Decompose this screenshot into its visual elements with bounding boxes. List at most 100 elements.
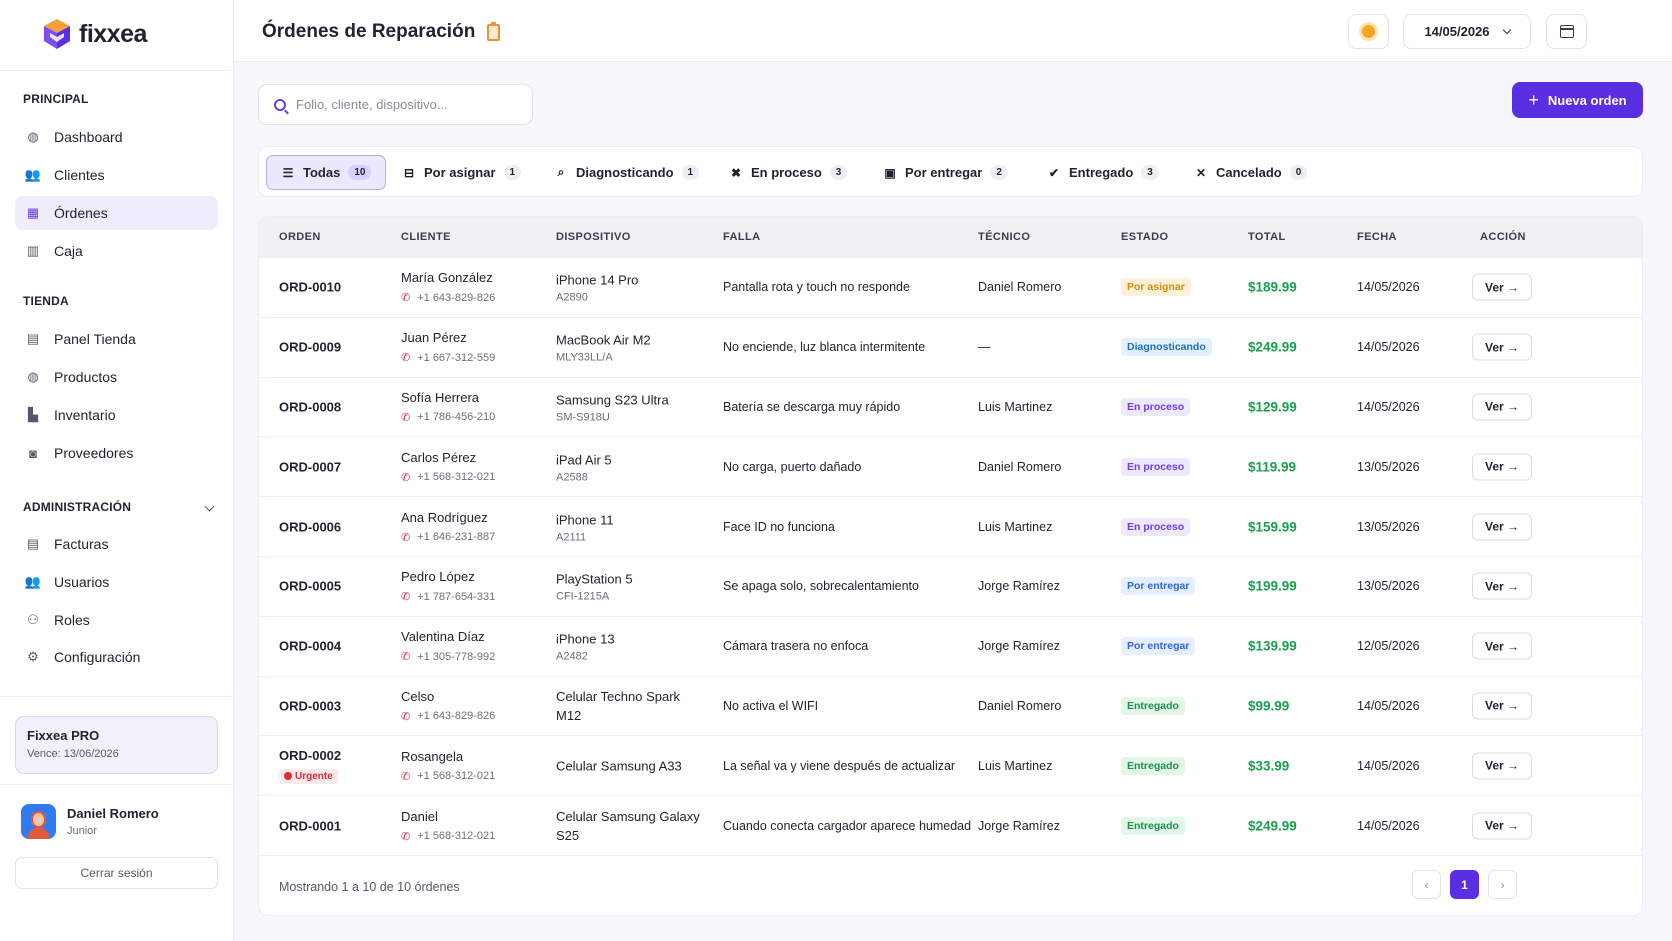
tab-count-badge: 10 bbox=[348, 165, 372, 180]
order-date: 14/05/2026 bbox=[1357, 280, 1420, 295]
order-total: $119.99 bbox=[1248, 459, 1297, 475]
user-role: Junior bbox=[67, 825, 97, 837]
tab-entregado[interactable]: ✔ Entregado 3 bbox=[1033, 155, 1173, 190]
package-icon: ▣ bbox=[884, 165, 896, 180]
table-row[interactable]: ORD-0002 Urgente Rosangela ✆ +1 568-312-0… bbox=[259, 735, 1642, 795]
calendar-button[interactable] bbox=[1546, 14, 1587, 49]
view-order-button[interactable]: Ver → bbox=[1472, 632, 1532, 660]
settings-gear-icon: ⚙ bbox=[27, 649, 39, 664]
next-page-button[interactable]: › bbox=[1488, 870, 1517, 899]
sidebar-item-label: Inventario bbox=[54, 407, 116, 423]
order-id[interactable]: ORD-0007 bbox=[279, 459, 341, 474]
sidebar-item-órdenes[interactable]: ▦ Órdenes bbox=[15, 196, 218, 230]
client-phone: ✆ +1 786-456-210 bbox=[401, 411, 495, 424]
order-cell: ORD-0010 bbox=[279, 280, 341, 295]
column-header: CLIENTE bbox=[401, 231, 451, 243]
status-cell: En proceso bbox=[1121, 457, 1191, 476]
order-id[interactable]: ORD-0002 bbox=[279, 748, 341, 763]
client-cell: Sofía Herrera ✆ +1 786-456-210 bbox=[401, 390, 495, 424]
table-row[interactable]: ORD-0001 Daniel ✆ +1 568-312-021 Celular … bbox=[259, 795, 1642, 855]
order-id[interactable]: ORD-0009 bbox=[279, 340, 341, 355]
sidebar-item-roles[interactable]: ⚇ Roles bbox=[15, 603, 218, 637]
device-name: iPad Air 5 bbox=[556, 452, 612, 468]
sidebar-item-facturas[interactable]: ▤ Facturas bbox=[15, 527, 218, 561]
table-row[interactable]: ORD-0003 Celso ✆ +1 643-829-826 Celular T… bbox=[259, 675, 1642, 736]
view-order-button[interactable]: Ver → bbox=[1472, 752, 1532, 780]
device-cell: iPhone 13 A2482 bbox=[556, 630, 706, 663]
technician-name: Daniel Romero bbox=[978, 280, 1062, 295]
plan-card[interactable]: Fixxea PRO Vence: 13/06/2026 bbox=[15, 716, 218, 774]
tab-diagnosticando[interactable]: ⌕ Diagnosticando 1 bbox=[540, 155, 713, 190]
order-id[interactable]: ORD-0008 bbox=[279, 399, 341, 414]
sidebar-section-title: ADMINISTRACIÓN bbox=[23, 500, 132, 514]
invoices-icon: ▤ bbox=[26, 536, 40, 551]
tab-label: Todas bbox=[303, 165, 341, 180]
table-row[interactable]: ORD-0010 María González ✆ +1 643-829-826 … bbox=[259, 257, 1642, 317]
sidebar-item-label: Dashboard bbox=[54, 129, 123, 145]
view-order-button[interactable]: Ver → bbox=[1472, 393, 1532, 421]
view-order-button[interactable]: Ver → bbox=[1472, 572, 1532, 600]
table-row[interactable]: ORD-0004 Valentina Díaz ✆ +1 305-778-992 … bbox=[259, 615, 1642, 676]
phone-number: +1 667-312-559 bbox=[417, 351, 496, 364]
view-order-button[interactable]: Ver → bbox=[1472, 692, 1532, 720]
sidebar-item-inventario[interactable]: ▙ Inventario bbox=[15, 398, 218, 432]
sidebar-item-dashboard[interactable]: ◍ Dashboard bbox=[15, 120, 218, 154]
date-select[interactable]: 14/05/2026 bbox=[1403, 14, 1531, 49]
tab-label: Por entregar bbox=[905, 165, 983, 180]
sidebar-item-panel-tienda[interactable]: ▤ Panel Tienda bbox=[15, 322, 218, 356]
new-order-button[interactable]: + Nueva orden bbox=[1512, 82, 1643, 118]
view-order-button[interactable]: Ver → bbox=[1472, 273, 1532, 301]
phone-number: +1 568-312-021 bbox=[417, 770, 496, 783]
sidebar-item-productos[interactable]: ◍ Productos bbox=[15, 360, 218, 394]
table-row[interactable]: ORD-0005 Pedro López ✆ +1 787-654-331 Pla… bbox=[259, 556, 1642, 616]
view-order-button[interactable]: Ver → bbox=[1472, 453, 1532, 481]
products-icon: ◍ bbox=[27, 369, 39, 384]
view-order-button[interactable]: Ver → bbox=[1472, 333, 1532, 361]
tab-por-asignar[interactable]: ⊟ Por asignar 1 bbox=[388, 155, 535, 190]
table-row[interactable]: ORD-0009 Juan Pérez ✆ +1 667-312-559 MacB… bbox=[259, 316, 1642, 377]
fault-text: No carga, puerto dañado bbox=[723, 459, 862, 474]
sidebar-divider bbox=[0, 70, 234, 71]
status-tabs: ☰ Todas 10 ⊟ Por asignar 1 ⌕ Diagnosticando 1 ✖ En… bbox=[258, 146, 1643, 197]
tab-en-proceso[interactable]: ✖ En proceso 3 bbox=[715, 155, 861, 190]
app-logo[interactable]: fixxea bbox=[42, 18, 147, 50]
tab-count-badge: 0 bbox=[1289, 165, 1308, 180]
device-model: A2588 bbox=[556, 471, 588, 484]
device-model: A2482 bbox=[556, 650, 588, 663]
phone-icon: ✆ bbox=[401, 710, 411, 723]
sidebar-item-clientes[interactable]: 👥 Clientes bbox=[15, 158, 218, 192]
theme-toggle-button[interactable] bbox=[1348, 14, 1389, 49]
phone-icon: ✆ bbox=[401, 591, 411, 604]
urgent-badge: Urgente bbox=[279, 768, 338, 784]
table-row[interactable]: ORD-0007 Carlos Pérez ✆ +1 568-312-021 iP… bbox=[259, 436, 1642, 496]
logout-button[interactable]: Cerrar sesión bbox=[15, 857, 218, 889]
technician-name: Jorge Ramírez bbox=[978, 818, 1060, 833]
order-id[interactable]: ORD-0005 bbox=[279, 579, 341, 594]
tab-todas[interactable]: ☰ Todas 10 bbox=[266, 155, 387, 190]
user-profile[interactable]: Daniel Romero Junior bbox=[21, 804, 159, 839]
chevron-down-icon[interactable] bbox=[204, 501, 215, 512]
order-id[interactable]: ORD-0001 bbox=[279, 818, 341, 833]
sidebar-item-usuarios[interactable]: 👥 Usuarios bbox=[15, 565, 218, 599]
prev-page-button[interactable]: ‹ bbox=[1412, 870, 1441, 899]
tab-cancelado[interactable]: ✕ Cancelado 0 bbox=[1180, 155, 1321, 190]
order-id[interactable]: ORD-0004 bbox=[279, 639, 341, 654]
order-id[interactable]: ORD-0003 bbox=[279, 698, 341, 713]
page-button[interactable]: 1 bbox=[1450, 870, 1479, 899]
column-header: ESTADO bbox=[1121, 231, 1169, 243]
sidebar-item-label: Órdenes bbox=[54, 205, 108, 221]
view-order-button[interactable]: Ver → bbox=[1472, 513, 1532, 541]
search-input[interactable] bbox=[296, 97, 516, 112]
sidebar-item-proveedores[interactable]: ◙ Proveedores bbox=[15, 436, 218, 470]
table-row[interactable]: ORD-0008 Sofía Herrera ✆ +1 786-456-210 S… bbox=[259, 376, 1642, 437]
sidebar-item-configuración[interactable]: ⚙ Configuración bbox=[15, 640, 218, 674]
phone-number: +1 646-231-887 bbox=[417, 531, 496, 544]
order-id[interactable]: ORD-0010 bbox=[279, 280, 341, 295]
sun-icon bbox=[1362, 25, 1375, 38]
tab-por-entregar[interactable]: ▣ Por entregar 2 bbox=[869, 155, 1022, 190]
view-order-button[interactable]: Ver → bbox=[1472, 812, 1532, 840]
order-id[interactable]: ORD-0006 bbox=[279, 519, 341, 534]
inbox-icon: ⊟ bbox=[403, 165, 415, 180]
sidebar-item-caja[interactable]: ▥ Caja bbox=[15, 234, 218, 268]
table-row[interactable]: ORD-0006 Ana Rodríguez ✆ +1 646-231-887 i… bbox=[259, 496, 1642, 556]
